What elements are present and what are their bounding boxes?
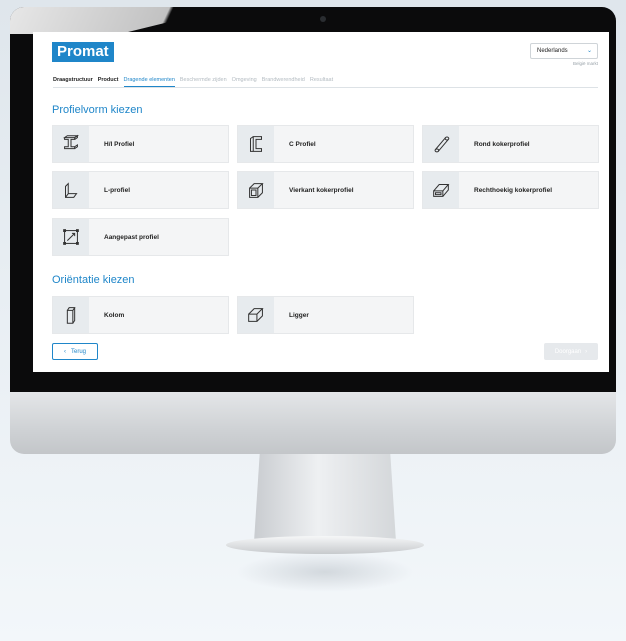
step-brandwerendheid: Brandwerendheid xyxy=(261,77,305,83)
option-beam[interactable]: Ligger xyxy=(237,296,414,334)
stand-shadow xyxy=(236,552,414,592)
promat-logo[interactable]: Promat xyxy=(52,42,114,62)
monitor-base xyxy=(226,536,424,554)
step-draagstructuur[interactable]: Draagstructuur xyxy=(53,76,93,87)
step-beschermde-zijden: Beschermde zijden xyxy=(179,77,227,83)
back-button[interactable]: ‹ Terug xyxy=(52,343,98,360)
language-value: Nederlands xyxy=(537,48,568,54)
profile-section-title: Profielvorm kiezen xyxy=(52,104,143,116)
option-label: Rond kokerprofiel xyxy=(474,140,530,148)
option-label: Rechthoekig kokerprofiel xyxy=(474,186,553,194)
option-label: H/I Profiel xyxy=(104,140,135,148)
app-screen: Promat Nederlands ⌄ België markt Draagst… xyxy=(33,32,609,372)
language-select[interactable]: Nederlands ⌄ xyxy=(530,43,598,59)
h-profile-icon xyxy=(53,126,89,162)
rect-tube-icon xyxy=(423,172,459,208)
c-profile-icon xyxy=(238,126,274,162)
option-label: L-profiel xyxy=(104,186,130,194)
custom-profile-icon xyxy=(53,219,89,255)
step-resultaat: Resultaat xyxy=(309,77,334,83)
monitor-stand xyxy=(254,454,396,542)
option-round-tube[interactable]: Rond kokerprofiel xyxy=(422,125,599,163)
step-dragende-elementen[interactable]: Dragende elementen xyxy=(123,76,175,87)
beam-icon xyxy=(238,297,274,333)
option-label: Vierkant kokerprofiel xyxy=(289,186,354,194)
orientation-section-title: Oriëntatie kiezen xyxy=(52,274,135,286)
option-square-tube[interactable]: Vierkant kokerprofiel xyxy=(237,171,414,209)
option-label: Aangepast profiel xyxy=(104,233,159,241)
camera-dot xyxy=(320,16,326,22)
next-button[interactable]: Doorgaan › xyxy=(544,343,598,360)
column-icon xyxy=(53,297,89,333)
step-omgeving: Omgeving xyxy=(231,77,257,83)
market-label: België markt xyxy=(572,61,598,66)
monitor-chin xyxy=(10,392,616,454)
square-tube-icon xyxy=(238,172,274,208)
step-navigation: Draagstructuur Product Dragende elemente… xyxy=(53,76,598,88)
chevron-right-icon: › xyxy=(585,348,588,355)
next-label: Doorgaan xyxy=(554,348,582,355)
l-profile-icon xyxy=(53,172,89,208)
round-tube-icon xyxy=(423,126,459,162)
back-label: Terug xyxy=(70,348,86,355)
option-column[interactable]: Kolom xyxy=(52,296,229,334)
chevron-left-icon: ‹ xyxy=(63,348,66,355)
option-label: C Profiel xyxy=(289,140,316,148)
option-h-profile[interactable]: H/I Profiel xyxy=(52,125,229,163)
option-c-profile[interactable]: C Profiel xyxy=(237,125,414,163)
option-l-profile[interactable]: L-profiel xyxy=(52,171,229,209)
option-custom-profile[interactable]: Aangepast profiel xyxy=(52,218,229,256)
option-label: Kolom xyxy=(104,311,125,319)
option-label: Ligger xyxy=(289,311,309,319)
option-rect-tube[interactable]: Rechthoekig kokerprofiel xyxy=(422,171,599,209)
chevron-down-icon: ⌄ xyxy=(586,48,592,54)
step-product[interactable]: Product xyxy=(98,76,119,87)
